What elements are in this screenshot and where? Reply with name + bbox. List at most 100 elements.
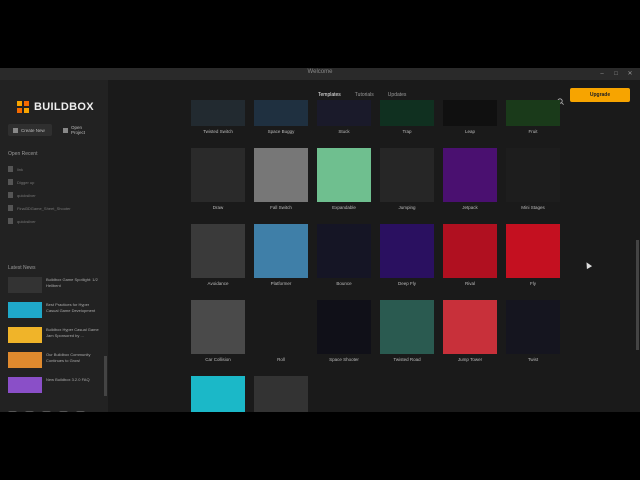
recent-item[interactable]: Digger up bbox=[8, 179, 34, 185]
discord-icon[interactable] bbox=[59, 411, 68, 412]
maximize-icon[interactable]: □ bbox=[612, 70, 620, 78]
create-new-button[interactable]: Create New bbox=[8, 124, 52, 136]
template-thumbnail bbox=[380, 100, 434, 126]
template-card[interactable]: Avoidance bbox=[191, 224, 245, 286]
template-card[interactable]: Stuck bbox=[317, 100, 371, 134]
template-label: Draw bbox=[212, 205, 224, 210]
file-icon bbox=[8, 179, 13, 185]
template-label: Mini Stages bbox=[521, 205, 545, 210]
create-new-label: Create New bbox=[21, 127, 45, 133]
news-thumbnail bbox=[8, 352, 42, 368]
template-label: Fall Switch bbox=[270, 205, 292, 210]
template-card[interactable]: Trap bbox=[380, 100, 434, 134]
template-label: Jumping bbox=[398, 205, 416, 210]
main-panel: Templates Tutorials Updates Upgrade Twis… bbox=[108, 80, 640, 412]
news-item[interactable]: Best Practices for Hyper Casual Game Dev… bbox=[8, 302, 102, 318]
template-card[interactable]: Fruit bbox=[506, 100, 560, 134]
open-recent-title: Open Recent bbox=[8, 151, 38, 157]
template-thumbnail bbox=[191, 224, 245, 278]
template-card[interactable]: Platformer bbox=[254, 224, 308, 286]
template-card[interactable]: Twisted Switch bbox=[191, 100, 245, 134]
template-card[interactable]: Jump Tower bbox=[443, 300, 497, 362]
news-item[interactable]: New Buildbox 3.2.0 FAQ bbox=[8, 377, 102, 393]
template-card[interactable]: Roll bbox=[254, 300, 308, 362]
template-card[interactable]: Twist bbox=[506, 300, 560, 362]
template-label: Twist bbox=[527, 357, 539, 362]
template-label: Bounce bbox=[336, 281, 352, 286]
template-label: Avoidance bbox=[207, 281, 229, 286]
template-card[interactable]: Space Buggy bbox=[254, 100, 308, 134]
new-file-icon bbox=[13, 127, 18, 133]
template-label: Car Collision bbox=[205, 357, 231, 362]
template-card[interactable]: Leap bbox=[443, 100, 497, 134]
templates-scrollbar[interactable] bbox=[636, 240, 639, 350]
open-project-button[interactable]: Open Project bbox=[58, 124, 102, 136]
file-icon bbox=[8, 205, 13, 211]
news-thumbnail bbox=[8, 377, 42, 393]
template-thumbnail bbox=[191, 100, 245, 126]
template-label: Platformer bbox=[270, 281, 292, 286]
template-card[interactable]: Rival bbox=[443, 224, 497, 286]
news-scrollbar[interactable] bbox=[104, 356, 107, 396]
template-thumbnail bbox=[254, 148, 308, 202]
template-thumbnail bbox=[506, 300, 560, 354]
file-icon bbox=[8, 166, 13, 172]
template-card[interactable]: Space Shooter bbox=[317, 300, 371, 362]
template-thumbnail bbox=[191, 148, 245, 202]
buildbox-logo-icon bbox=[16, 100, 30, 114]
news-item[interactable]: Buildbox Game Spotlight: 1/2 Hellbent bbox=[8, 277, 102, 293]
brand-logo: BUILDBOX bbox=[16, 100, 94, 114]
template-thumbnail bbox=[443, 100, 497, 126]
news-item[interactable]: Buildbox Hyper Casual Game Jam Sponsored… bbox=[8, 327, 102, 343]
template-thumbnail bbox=[254, 300, 308, 354]
template-label: Deep Fly bbox=[397, 281, 416, 286]
template-card[interactable]: Fly bbox=[506, 224, 560, 286]
template-thumbnail bbox=[254, 376, 308, 412]
news-thumbnail bbox=[8, 302, 42, 318]
template-card[interactable] bbox=[191, 376, 245, 412]
template-card[interactable]: Mini Stages bbox=[506, 148, 560, 210]
youtube-icon[interactable] bbox=[8, 411, 17, 412]
app-window: Welcome – □ ✕ BUILDBOX Create New Open P… bbox=[0, 68, 640, 412]
minimize-icon[interactable]: – bbox=[598, 70, 606, 78]
template-card[interactable]: Jumping bbox=[380, 148, 434, 210]
brand-name: BUILDBOX bbox=[34, 101, 94, 113]
template-card[interactable]: Expandable bbox=[317, 148, 371, 210]
template-card[interactable]: Jetpack bbox=[443, 148, 497, 210]
template-thumbnail bbox=[191, 300, 245, 354]
template-card[interactable]: Bounce bbox=[317, 224, 371, 286]
close-icon[interactable]: ✕ bbox=[626, 70, 634, 78]
recent-item[interactable]: Final3DGame_Sheet_Shooter bbox=[8, 205, 71, 211]
title-bar: Welcome – □ ✕ bbox=[0, 68, 640, 80]
template-card[interactable]: Deep Fly bbox=[380, 224, 434, 286]
template-card[interactable]: Car Collision bbox=[191, 300, 245, 362]
template-card[interactable]: Fall Switch bbox=[254, 148, 308, 210]
open-project-label: Open Project bbox=[70, 125, 85, 135]
file-icon bbox=[8, 218, 13, 224]
recent-item[interactable]: quicksilver bbox=[8, 218, 36, 224]
template-card[interactable]: Twisted Road bbox=[380, 300, 434, 362]
template-thumbnail bbox=[317, 224, 371, 278]
mail-icon[interactable] bbox=[76, 411, 85, 412]
search-icon[interactable] bbox=[557, 92, 564, 105]
template-label: Roll bbox=[277, 357, 285, 362]
upgrade-button[interactable]: Upgrade bbox=[570, 88, 630, 102]
recent-item[interactable]: quicksilver bbox=[8, 192, 36, 198]
template-label: Twisted Road bbox=[393, 357, 421, 362]
template-label: Rival bbox=[464, 281, 475, 286]
recent-item[interactable]: link bbox=[8, 166, 23, 172]
template-thumbnail bbox=[254, 224, 308, 278]
facebook-icon[interactable] bbox=[42, 411, 51, 412]
template-card[interactable]: Draw bbox=[191, 148, 245, 210]
window-title: Welcome bbox=[307, 69, 333, 75]
template-thumbnail bbox=[317, 300, 371, 354]
sidebar: BUILDBOX Create New Open Project Open Re… bbox=[0, 80, 108, 412]
file-icon bbox=[8, 192, 13, 198]
news-thumbnail bbox=[8, 327, 42, 343]
news-item[interactable]: Our Buildbox Community Continues to Grow… bbox=[8, 352, 102, 368]
template-thumbnail bbox=[317, 148, 371, 202]
template-thumbnail bbox=[380, 300, 434, 354]
forum-icon[interactable] bbox=[25, 411, 34, 412]
template-card[interactable] bbox=[254, 376, 308, 412]
template-grid: Twisted Switch Space Buggy Stuck Trap Leap Fr… bbox=[191, 100, 571, 412]
